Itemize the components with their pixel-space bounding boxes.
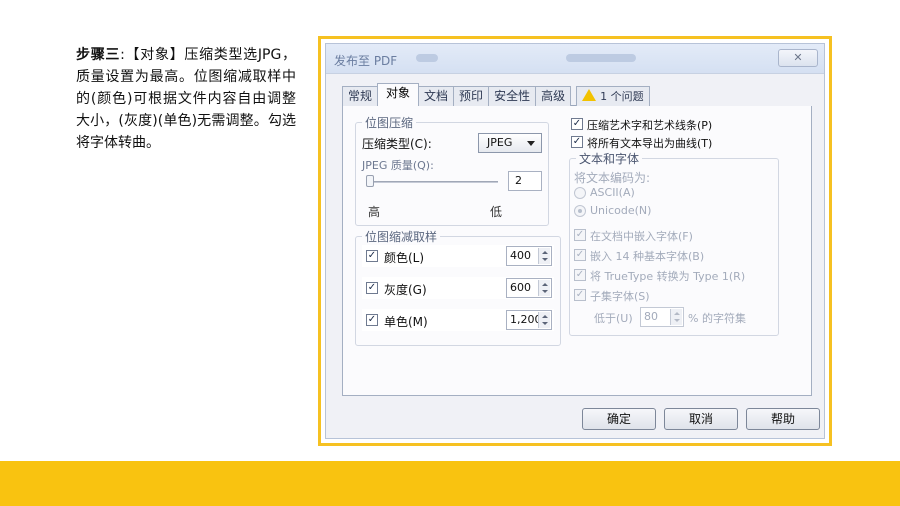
close-icon: ✕ <box>793 51 803 64</box>
tab-objects[interactable]: 对象 <box>377 83 420 106</box>
spinner-arrows-icon[interactable] <box>538 312 550 328</box>
compress-art-text-label: 压缩艺术字和艺术线条(P) <box>587 119 713 132</box>
downsample-gray-label: 灰度(G) <box>384 283 427 297</box>
quality-low-label: 低 <box>490 205 503 219</box>
downsample-gray-input[interactable]: 600 <box>506 278 552 298</box>
tab-advanced[interactable]: 高级 <box>535 86 572 106</box>
truetype-type1-checkbox[interactable]: ✓ <box>574 269 586 281</box>
text-fonts-legend: 文本和字体 <box>576 150 643 167</box>
downsample-mono-label: 单色(M) <box>384 315 428 329</box>
jpeg-quality-slider[interactable] <box>366 181 498 183</box>
jpeg-quality-label: JPEG 质量(Q): <box>362 159 434 172</box>
screenshot-frame: 发布至 PDF ✕ 常规 对象 文档 预印 安全性 高级 1 个问题 位图压缩 … <box>318 36 832 446</box>
ok-button[interactable]: 确定 <box>582 408 656 430</box>
spinner-arrows-icon[interactable] <box>670 309 682 325</box>
export-text-curves-label: 将所有文本导出为曲线(T) <box>587 137 713 150</box>
quality-high-label: 高 <box>368 205 381 219</box>
compression-type-value: JPEG <box>487 136 513 149</box>
bitmap-downsample-legend: 位图缩减取样 <box>362 228 441 245</box>
spinner-arrows-icon[interactable] <box>538 248 550 264</box>
encode-text-label: 将文本编码为: <box>574 171 651 185</box>
bitmap-compression-legend: 位图压缩 <box>362 114 417 131</box>
embed-base14-checkbox[interactable]: ✓ <box>574 249 586 261</box>
objects-panel: 位图压缩 压缩类型(C): JPEG JPEG 质量(Q): 2 高 低 位图缩… <box>342 106 812 396</box>
text-fonts-group: 文本和字体 将文本编码为: ASCII(A) Unicode(N) ✓ 在文档中… <box>569 150 779 336</box>
downsample-row-color: ✓ 颜色(L) 400 <box>362 245 554 267</box>
title-blur-mark <box>416 54 438 62</box>
subset-threshold-value: 80 <box>644 310 658 323</box>
jpeg-quality-input[interactable]: 2 <box>508 171 542 191</box>
tab-bar: 常规 对象 文档 预印 安全性 高级 1 个问题 <box>342 83 650 106</box>
chevron-down-icon <box>527 141 535 146</box>
downsample-color-value: 400 <box>510 249 531 262</box>
dialog-titlebar[interactable]: 发布至 PDF ✕ <box>326 44 824 74</box>
title-blur-mark <box>566 54 636 62</box>
compression-type-label: 压缩类型(C): <box>362 137 432 151</box>
downsample-gray-checkbox[interactable]: ✓ <box>366 282 378 294</box>
bottom-accent-band <box>0 461 900 506</box>
tab-document[interactable]: 文档 <box>418 86 455 106</box>
tab-issues[interactable]: 1 个问题 <box>576 86 650 106</box>
bitmap-downsample-group: 位图缩减取样 ✓ 颜色(L) 400 ✓ 灰度(G) 600 ✓ 单色(M) 1… <box>355 228 561 346</box>
downsample-mono-checkbox[interactable]: ✓ <box>366 314 378 326</box>
dialog-title: 发布至 PDF <box>334 54 398 68</box>
bitmap-compression-group: 位图压缩 压缩类型(C): JPEG JPEG 质量(Q): 2 高 低 <box>355 114 549 226</box>
step-label: 步骤三 <box>76 47 121 63</box>
tab-general[interactable]: 常规 <box>342 86 379 106</box>
jpeg-quality-slider-thumb[interactable] <box>366 175 374 187</box>
help-button[interactable]: 帮助 <box>746 408 820 430</box>
subset-suffix-label: % 的字符集 <box>688 312 746 325</box>
downsample-gray-value: 600 <box>510 281 531 294</box>
truetype-type1-label: 将 TrueType 转换为 Type 1(R) <box>590 270 746 283</box>
ascii-label: ASCII(A) <box>590 186 635 199</box>
subset-fonts-label: 子集字体(S) <box>590 290 650 303</box>
compression-type-select[interactable]: JPEG <box>478 133 542 153</box>
downsample-row-mono: ✓ 单色(M) 1,200 <box>362 309 554 331</box>
instruction-text: 步骤三:【对象】压缩类型选JPG，质量设置为最高。位图缩减取样中的(颜色)可根据… <box>76 44 296 154</box>
subset-below-label: 低于(U) <box>594 312 633 325</box>
embed-fonts-label: 在文档中嵌入字体(F) <box>590 230 693 243</box>
compress-art-text-checkbox[interactable]: ✓ <box>571 118 583 130</box>
cancel-button[interactable]: 取消 <box>664 408 738 430</box>
unicode-label: Unicode(N) <box>590 204 652 217</box>
ascii-radio[interactable] <box>574 187 586 199</box>
downsample-color-checkbox[interactable]: ✓ <box>366 250 378 262</box>
downsample-color-label: 颜色(L) <box>384 251 425 265</box>
downsample-mono-value: 1,200 <box>510 313 542 326</box>
downsample-row-gray: ✓ 灰度(G) 600 <box>362 277 554 299</box>
tab-security[interactable]: 安全性 <box>488 86 537 106</box>
warning-icon <box>582 89 597 101</box>
tab-prepress[interactable]: 预印 <box>453 86 490 106</box>
downsample-color-input[interactable]: 400 <box>506 246 552 266</box>
subset-threshold-input[interactable]: 80 <box>640 307 684 327</box>
unicode-radio[interactable] <box>574 205 586 217</box>
close-button[interactable]: ✕ <box>778 49 818 67</box>
downsample-mono-input[interactable]: 1,200 <box>506 310 552 330</box>
embed-fonts-checkbox[interactable]: ✓ <box>574 229 586 241</box>
export-text-curves-checkbox[interactable]: ✓ <box>571 136 583 148</box>
subset-fonts-checkbox[interactable]: ✓ <box>574 289 586 301</box>
tab-issues-label: 1 个问题 <box>600 90 644 103</box>
spinner-arrows-icon[interactable] <box>538 280 550 296</box>
embed-base14-label: 嵌入 14 种基本字体(B) <box>590 250 705 263</box>
publish-pdf-dialog: 发布至 PDF ✕ 常规 对象 文档 预印 安全性 高级 1 个问题 位图压缩 … <box>325 43 825 439</box>
